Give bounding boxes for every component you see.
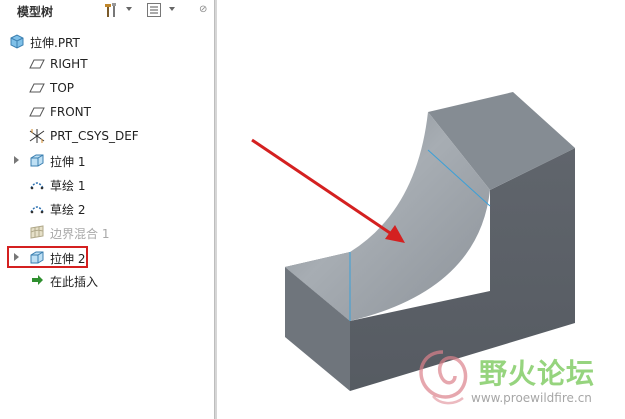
tree-item-label: FRONT: [50, 105, 91, 119]
model-tree-header: 模型树 ⊘: [0, 0, 214, 22]
graphics-viewport[interactable]: 野火论坛 www.proewildfire.cn: [217, 0, 625, 419]
tools-icon[interactable]: [103, 1, 119, 19]
annotation-arrow: [251, 138, 394, 237]
datum-plane-icon: [29, 104, 45, 120]
tree-item-boundary-blend-1[interactable]: 边界混合 1: [0, 221, 214, 243]
tree-item-label: 草绘 2: [50, 203, 86, 217]
tree-item-right-plane[interactable]: RIGHT: [0, 53, 214, 75]
tree-item-label: RIGHT: [50, 57, 88, 71]
panel-title: 模型树: [17, 5, 54, 19]
tree-item-root-part[interactable]: 拉伸.PRT: [0, 30, 214, 52]
tree-item-front-plane[interactable]: FRONT: [0, 101, 214, 123]
boundary-blend-icon: [29, 224, 45, 240]
tree-item-sketch-2[interactable]: 草绘 2: [0, 197, 214, 219]
show-dropdown-icon[interactable]: [169, 7, 175, 11]
coordinate-system-icon: [29, 128, 45, 144]
tree-item-label: 边界混合 1: [50, 227, 110, 241]
tree-item-insert-here[interactable]: 在此插入: [0, 269, 214, 291]
watermark-url: www.proewildfire.cn: [471, 391, 592, 405]
datum-plane-icon: [29, 80, 45, 96]
tree-item-label: 拉伸.PRT: [30, 36, 80, 50]
show-settings-icon[interactable]: [146, 1, 162, 19]
sketch-icon: [29, 176, 45, 192]
tree-item-csys[interactable]: PRT_CSYS_DEF: [0, 125, 214, 147]
highlight-annotation-box: [7, 246, 88, 268]
extrude-icon: [29, 152, 45, 168]
tree-item-label: PRT_CSYS_DEF: [50, 129, 139, 143]
expand-arrow-icon[interactable]: [14, 156, 19, 164]
tree-item-top-plane[interactable]: TOP: [0, 77, 214, 99]
tree-item-label: 在此插入: [50, 275, 99, 289]
model-tree-panel: 模型树 ⊘ 拉伸.PRT RIGHT TOP FRONT PRT_CSYS_DE…: [0, 0, 214, 419]
tree-item-label: 草绘 1: [50, 179, 86, 193]
tree-item-extrude-1[interactable]: 拉伸 1: [0, 149, 214, 171]
tree-item-sketch-1[interactable]: 草绘 1: [0, 173, 214, 195]
part-icon: [9, 33, 25, 49]
tools-dropdown-icon[interactable]: [126, 7, 132, 11]
watermark-title: 野火论坛: [479, 357, 596, 390]
watermark: 野火论坛 www.proewildfire.cn: [413, 346, 623, 412]
panel-pin-icon[interactable]: ⊘: [199, 4, 207, 15]
tree-item-label: 拉伸 1: [50, 155, 86, 169]
sketch-icon: [29, 200, 45, 216]
watermark-logo-icon: [419, 350, 468, 405]
tree-item-label: TOP: [50, 81, 75, 95]
datum-plane-icon: [29, 56, 45, 72]
insert-here-icon: [29, 272, 45, 288]
